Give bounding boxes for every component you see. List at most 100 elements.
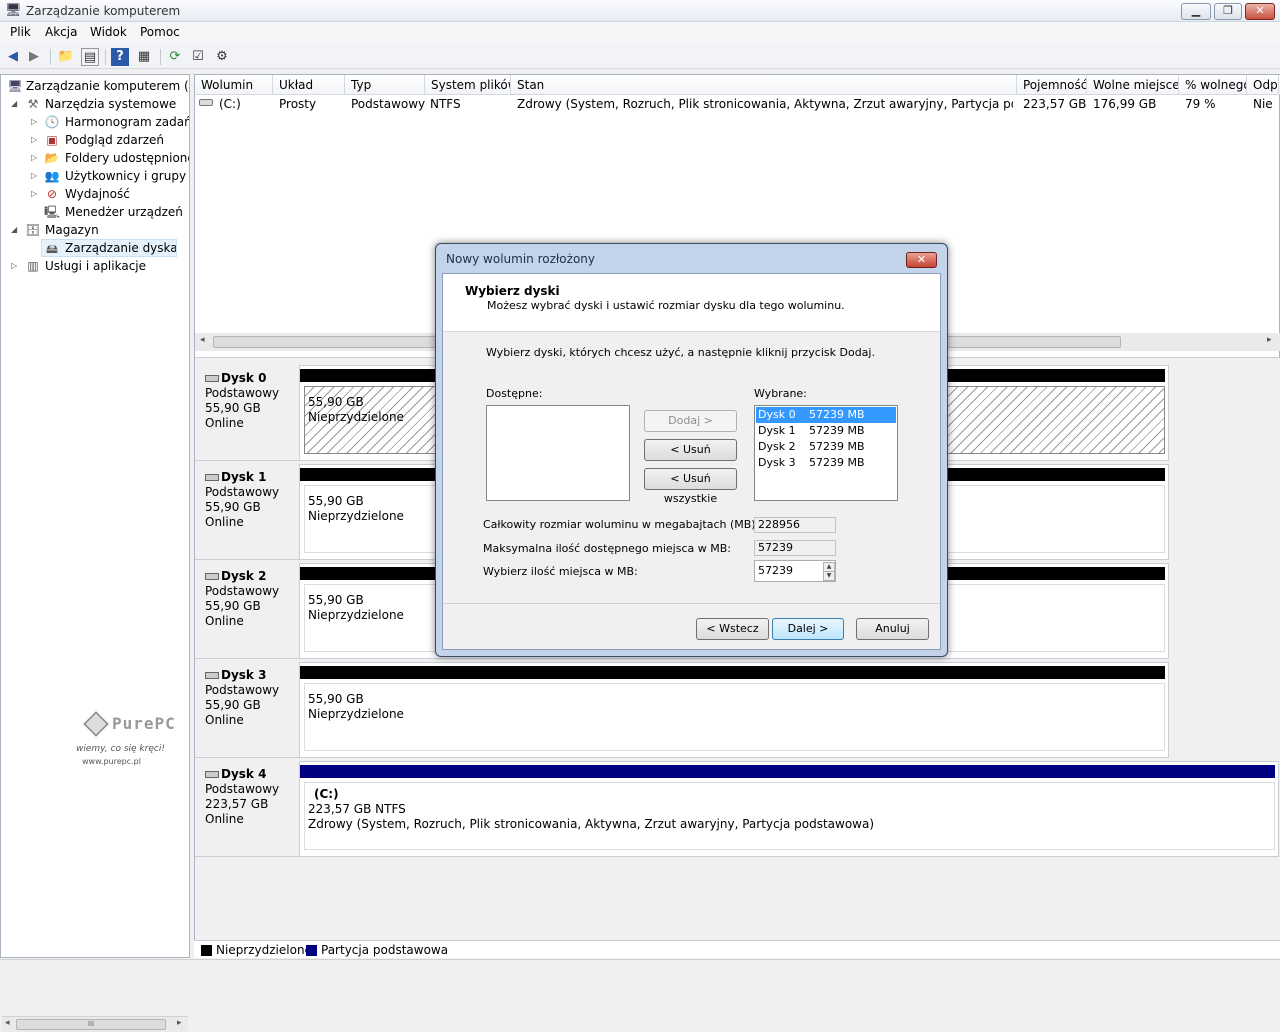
column-header-free-space[interactable]: Wolne miejsce: [1087, 75, 1179, 95]
list-item[interactable]: Dysk 0 57239 MB: [756, 407, 896, 423]
column-header-percent-free[interactable]: % wolnego: [1179, 75, 1247, 95]
tree-item-system-tools[interactable]: ◢ ⚒ Narzędzia systemowe: [1, 95, 189, 113]
scroll-left-icon[interactable]: ◂: [5, 1018, 10, 1028]
tree-item-task-scheduler[interactable]: ▷ 🕓 Harmonogram zadań: [1, 113, 189, 131]
column-header-layout[interactable]: Układ: [273, 75, 345, 95]
scroll-left-icon[interactable]: ◂: [200, 335, 205, 345]
remove-all-button[interactable]: < Usuń wszystkie: [644, 468, 737, 505]
refresh-icon[interactable]: ⟳: [166, 48, 184, 66]
dialog-heading: Wybierz dyski: [465, 284, 560, 298]
volume-table-header: Wolumin Układ Typ System plików Stan Poj…: [195, 75, 1280, 95]
properties-icon[interactable]: ▦: [135, 48, 153, 66]
menu-akcja[interactable]: Akcja: [45, 25, 77, 39]
services-icon: ▥: [27, 259, 39, 273]
disk-icon: [205, 672, 219, 679]
collapsed-arrow-icon[interactable]: ▷: [31, 189, 37, 198]
close-button[interactable]: ✕: [1245, 3, 1275, 20]
disk-icon: [205, 771, 219, 778]
column-header-status[interactable]: Stan: [511, 75, 1017, 95]
minimize-button[interactable]: ▁: [1181, 3, 1211, 20]
dialog-close-button[interactable]: ✕: [906, 252, 937, 268]
available-disks-list[interactable]: [486, 405, 630, 501]
remove-button[interactable]: < Usuń: [644, 439, 737, 461]
new-striped-volume-dialog: Nowy wolumin rozłożony ✕ Wybierz dyski M…: [435, 243, 948, 657]
collapsed-arrow-icon[interactable]: ▷: [31, 135, 37, 144]
disk-2-label[interactable]: Dysk 2 Podstawowy 55,90 GB Online: [195, 563, 299, 659]
cancel-button[interactable]: Anuluj: [856, 618, 929, 640]
selected-disks-list[interactable]: Dysk 0 57239 MB Dysk 1 57239 MB Dysk 2 5723…: [754, 405, 898, 501]
column-header-file-system[interactable]: System plików: [425, 75, 511, 95]
rescan-disks-icon[interactable]: ☑: [189, 48, 207, 66]
cell-type: Podstawowy: [351, 97, 426, 111]
disk-3-label[interactable]: Dysk 3 Podstawowy 55,90 GB Online: [195, 662, 299, 758]
dialog-separator: [443, 603, 940, 604]
tree-item-performance[interactable]: ▷ ⊘ Wydajność: [1, 185, 189, 203]
cell-fault-tolerance: Nie: [1253, 97, 1273, 111]
disk-1-label[interactable]: Dysk 1 Podstawowy 55,90 GB Online: [195, 464, 299, 560]
menu-pomoc[interactable]: Pomoc: [140, 25, 180, 39]
collapsed-arrow-icon[interactable]: ▷: [11, 261, 17, 270]
disk-4-partition[interactable]: (C:) 223,57 GB NTFS Zdrowy (System, Rozr…: [299, 761, 1279, 857]
back-arrow-icon[interactable]: ◀: [4, 48, 22, 66]
computer-management-icon: 🖥: [5, 3, 22, 18]
tree-scroll-thumb[interactable]: III: [16, 1019, 166, 1030]
column-header-fault-tolerance[interactable]: Odporność na błędy: [1247, 75, 1279, 95]
tree-item-storage[interactable]: ◢ 🗄 Magazyn: [1, 221, 189, 239]
list-item[interactable]: Dysk 1 57239 MB: [756, 423, 896, 439]
legend-unallocated: Nieprzydzielone: [216, 943, 312, 957]
collapsed-arrow-icon[interactable]: ▷: [31, 117, 37, 126]
show-hide-tree-icon[interactable]: ▤: [81, 48, 99, 66]
tree-item-local-users[interactable]: ▷ 👥 Użytkownicy i grupy lokalne: [1, 167, 189, 185]
tree-item-services[interactable]: ▷ ▥ Usługi i aplikacje: [1, 257, 189, 275]
help-icon[interactable]: ?: [111, 48, 129, 66]
unallocated-region[interactable]: 55,90 GB Nieprzydzielone: [304, 683, 1165, 751]
forward-arrow-icon[interactable]: ▶: [25, 48, 43, 66]
toolbar: ◀ ▶ 📁 ▤ ? ▦ ⟳ ☑ ⚙: [0, 44, 1280, 69]
menu-widok[interactable]: Widok: [90, 25, 127, 39]
dialog-header: Wybierz dyski Możesz wybrać dyski i usta…: [443, 274, 940, 332]
cell-percent-free: 79 %: [1185, 97, 1216, 111]
legend-primary: Partycja podstawowa: [321, 943, 449, 957]
unallocated-bar: [300, 666, 1165, 679]
table-row[interactable]: (C:) Prosty Podstawowy NTFS Zdrowy (Syst…: [195, 95, 1279, 113]
volume-drive-icon: [199, 99, 213, 106]
list-item[interactable]: Dysk 3 57239 MB: [756, 455, 896, 471]
tree-item-event-viewer[interactable]: ▷ ▣ Podgląd zdarzeń: [1, 131, 189, 149]
add-button[interactable]: Dodaj >: [644, 410, 737, 432]
clock-icon: 🕓: [44, 115, 60, 129]
tree-item-disk-management[interactable]: 🖴 Zarządzanie dyskami: [41, 239, 177, 257]
disk-0-label[interactable]: Dysk 0 Podstawowy 55,90 GB Online: [195, 365, 299, 461]
shared-folder-icon: 📂: [44, 151, 60, 165]
disk-3-partition[interactable]: 55,90 GB Nieprzydzielone: [299, 662, 1169, 758]
disk-settings-icon[interactable]: ⚙: [213, 48, 231, 66]
purepc-watermark: PurePC wiemy, co się kręci! www.purepc.p…: [76, 711, 176, 772]
back-button[interactable]: < Wstecz: [696, 618, 769, 640]
primary-partition-region[interactable]: (C:) 223,57 GB NTFS Zdrowy (System, Rozr…: [304, 782, 1275, 850]
column-header-type[interactable]: Typ: [345, 75, 425, 95]
maximize-button[interactable]: ❐: [1214, 3, 1242, 20]
collapsed-arrow-icon[interactable]: ▷: [31, 153, 37, 162]
tree-item-shared-folders[interactable]: ▷ 📂 Foldery udostępnione: [1, 149, 189, 167]
dialog-body: Wybierz dyski Możesz wybrać dyski i usta…: [442, 273, 941, 650]
column-header-capacity[interactable]: Pojemność: [1017, 75, 1087, 95]
legend: Nieprzydzielone Partycja podstawowa: [194, 940, 1280, 958]
tree-item-device-manager[interactable]: 🖳 Menedżer urządzeń: [1, 203, 189, 221]
collapsed-arrow-icon[interactable]: ▷: [31, 171, 37, 180]
tree-horizontal-scrollbar[interactable]: ◂ III ▸: [2, 1016, 188, 1032]
up-folder-icon[interactable]: 📁: [57, 48, 75, 66]
menu-plik[interactable]: Plik: [10, 25, 31, 39]
list-item[interactable]: Dysk 2 57239 MB: [756, 439, 896, 455]
next-button[interactable]: Dalej >: [772, 618, 844, 640]
disk-4-label[interactable]: Dysk 4 Podstawowy 223,57 GB Online: [195, 761, 299, 857]
scroll-right-icon[interactable]: ▸: [177, 1018, 182, 1028]
disk-management-icon: 🖴: [45, 242, 59, 256]
scroll-right-icon[interactable]: ▸: [1267, 335, 1272, 345]
dialog-title: Nowy wolumin rozłożony: [446, 252, 595, 266]
cell-file-system: NTFS: [430, 97, 461, 111]
tree-item-root[interactable]: 🖥 Zarządzanie komputerem (lokalne): [1, 77, 189, 95]
expanded-arrow-icon[interactable]: ◢: [11, 225, 17, 234]
spin-down-icon[interactable]: ▼: [823, 571, 835, 581]
expanded-arrow-icon[interactable]: ◢: [11, 99, 17, 108]
column-header-volume[interactable]: Wolumin: [195, 75, 273, 95]
storage-icon: 🗄: [25, 223, 41, 237]
